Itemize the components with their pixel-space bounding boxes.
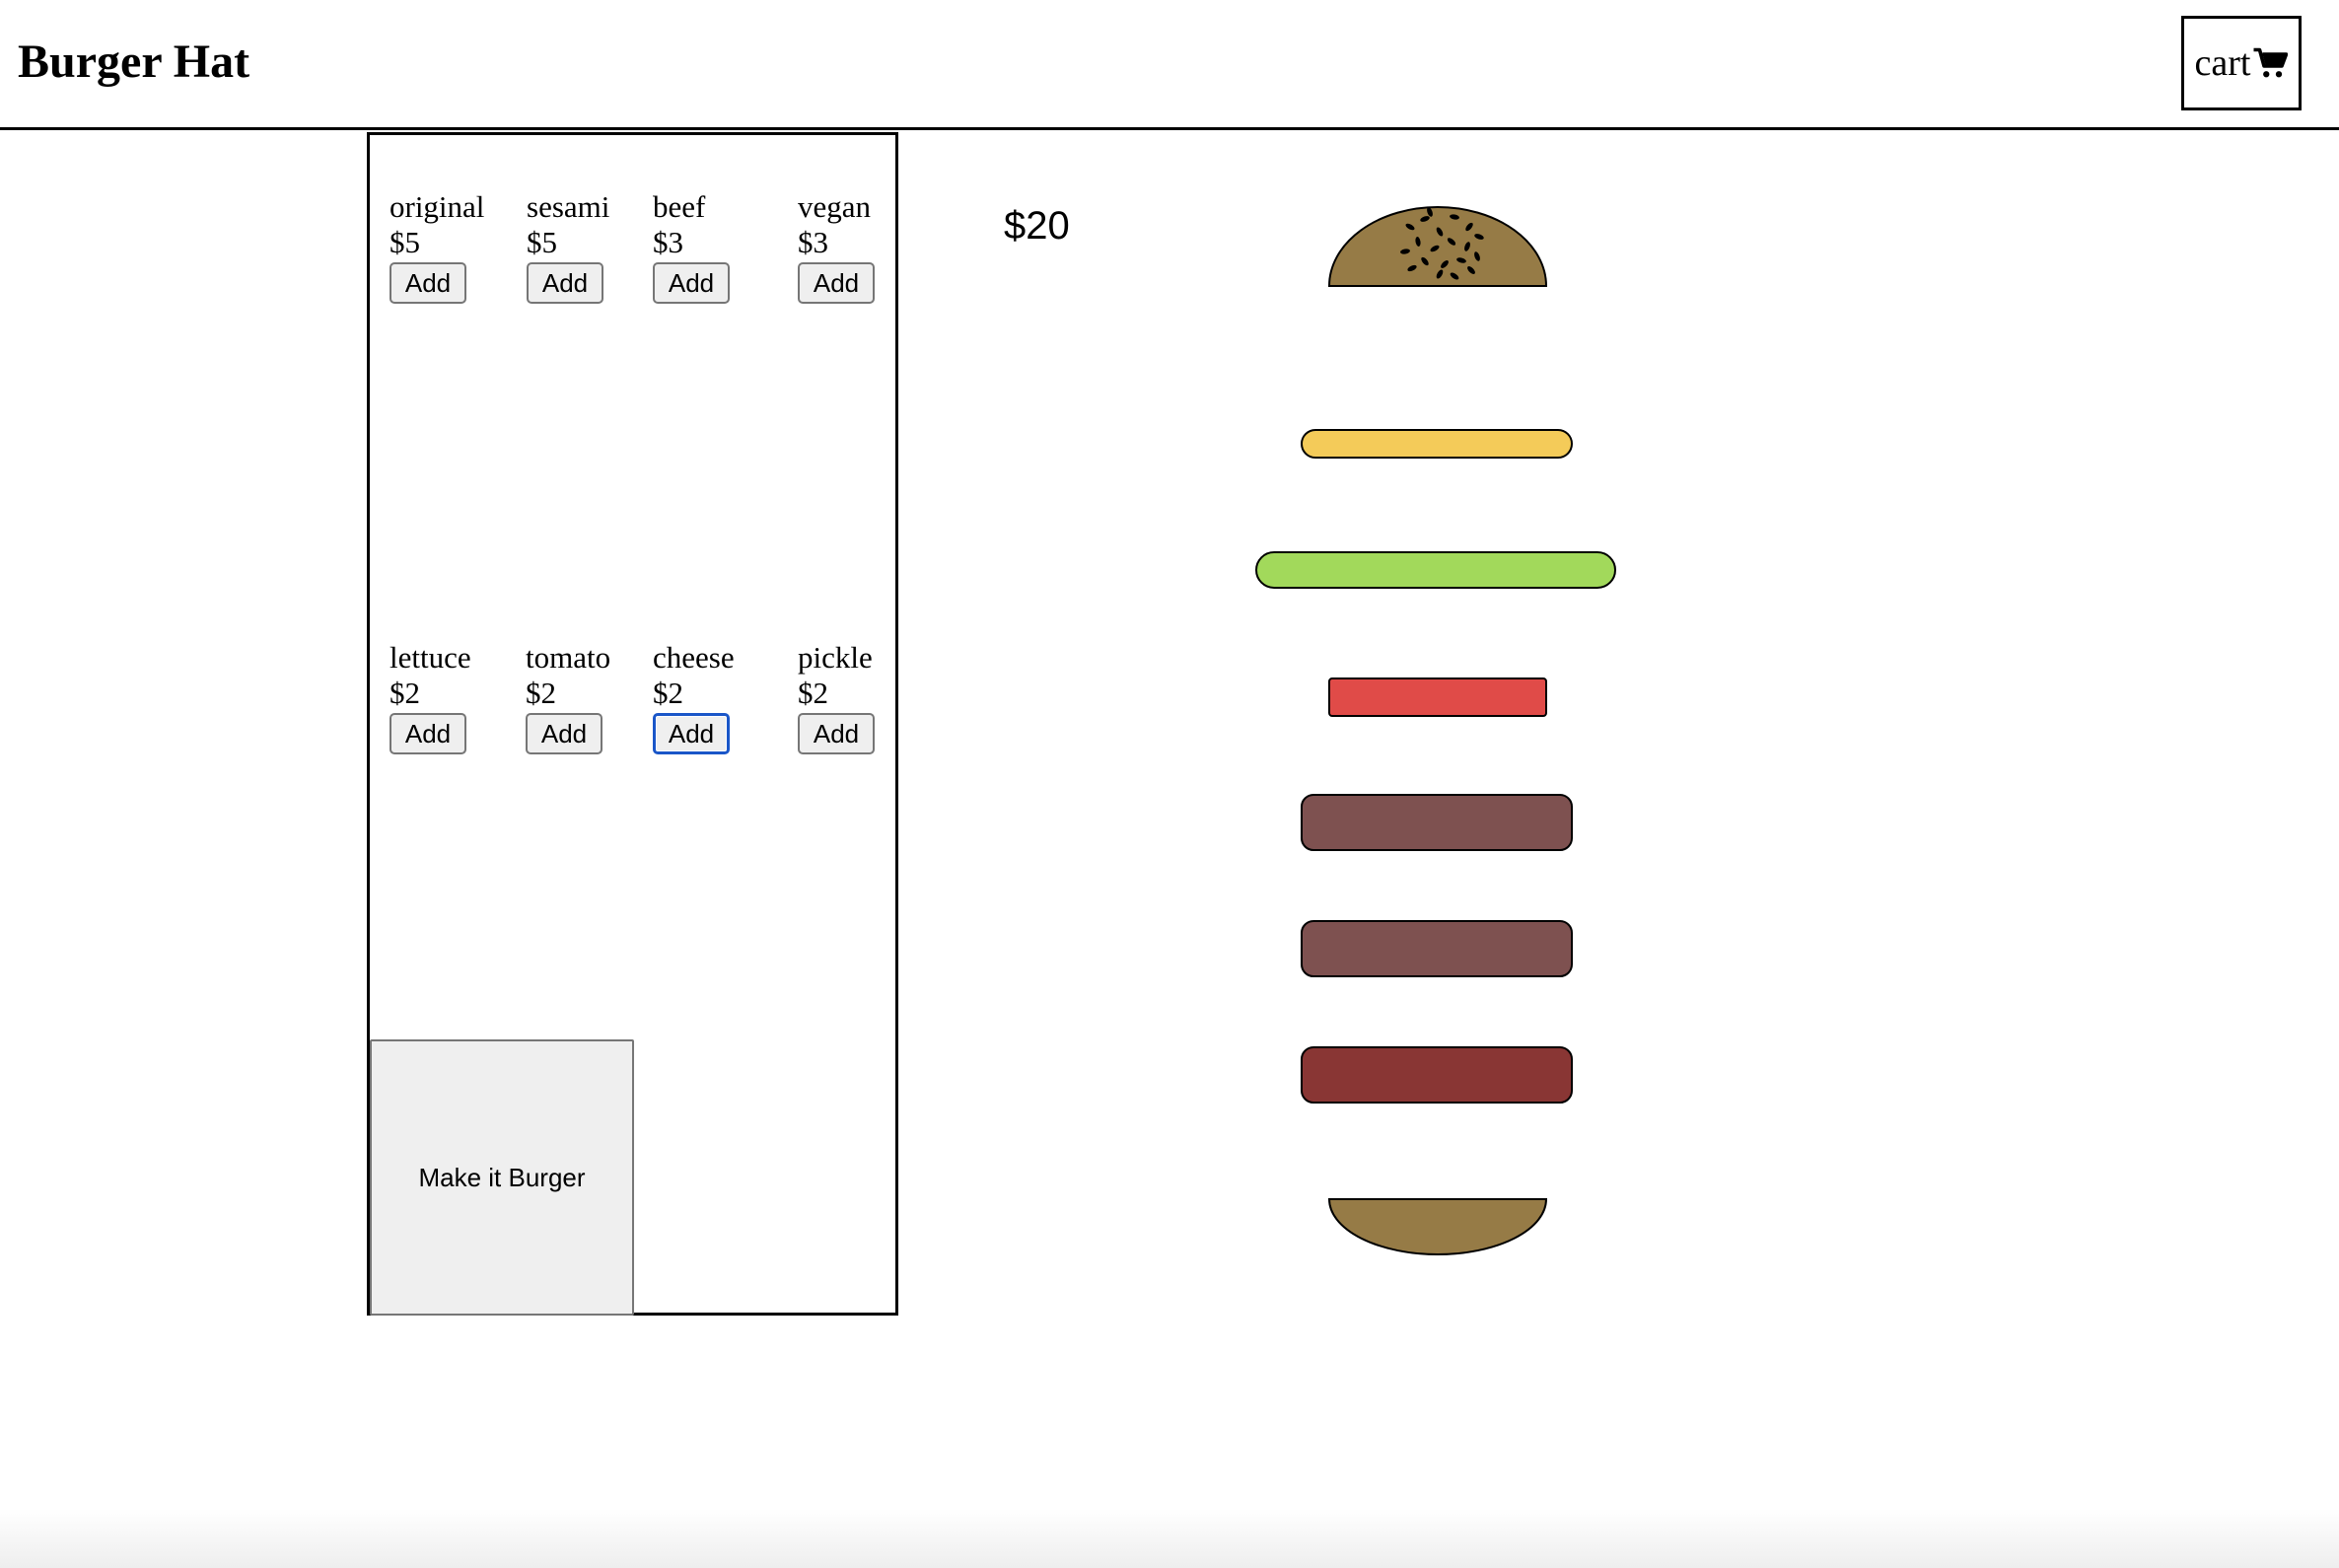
item-name: original	[390, 189, 485, 224]
item-name: beef	[653, 189, 706, 224]
menu-item-pickle: pickle $2 Add	[798, 640, 875, 754]
make-burger-button[interactable]: Make it Burger	[370, 1039, 634, 1316]
site-header: Burger Hat cart	[0, 0, 2339, 130]
add-beef-button[interactable]: Add	[653, 262, 730, 304]
cheese-layer	[1301, 429, 1573, 459]
total-price: $20	[1004, 204, 1070, 248]
add-tomato-button[interactable]: Add	[526, 713, 602, 754]
shopping-cart-icon	[2253, 47, 2289, 78]
item-name: vegan	[798, 189, 872, 224]
item-price: $5	[390, 225, 420, 259]
vegan-patty-layer	[1301, 920, 1573, 977]
top-bun	[1327, 206, 1548, 287]
menu-item-beef: beef $3 Add	[653, 189, 730, 304]
item-price: $5	[527, 225, 557, 259]
add-sesami-button[interactable]: Add	[527, 262, 603, 304]
item-name: sesami	[527, 189, 610, 224]
bottom-bun	[1327, 1198, 1548, 1255]
brand-title: Burger Hat	[18, 36, 250, 88]
add-cheese-button[interactable]: Add	[653, 713, 730, 754]
add-pickle-button[interactable]: Add	[798, 713, 875, 754]
tomato-layer	[1328, 677, 1547, 717]
item-name: cheese	[653, 640, 735, 675]
ingredient-panel: original $5 Add sesami $5 Add beef $3 Ad…	[367, 132, 898, 1316]
menu-item-vegan: vegan $3 Add	[798, 189, 875, 304]
cart-button[interactable]: cart	[2181, 16, 2302, 110]
item-price: $2	[798, 676, 828, 710]
item-price: $2	[390, 676, 420, 710]
burger-preview	[1255, 206, 1616, 1255]
add-vegan-button[interactable]: Add	[798, 262, 875, 304]
beef-patty-layer	[1301, 1046, 1573, 1104]
menu-item-cheese: cheese $2 Add	[653, 640, 735, 754]
item-name: pickle	[798, 640, 873, 675]
item-price: $3	[798, 225, 828, 259]
item-price: $3	[653, 225, 683, 259]
cart-label: cart	[2194, 42, 2251, 84]
add-original-button[interactable]: Add	[390, 262, 466, 304]
vegan-patty-layer	[1301, 794, 1573, 851]
menu-item-original: original $5 Add	[390, 189, 484, 304]
window-bottom-shadow	[0, 1509, 2339, 1568]
item-price: $2	[526, 676, 556, 710]
menu-item-lettuce: lettuce $2 Add	[390, 640, 471, 754]
menu-item-tomato: tomato $2 Add	[526, 640, 610, 754]
menu-item-sesami: sesami $5 Add	[527, 189, 609, 304]
add-lettuce-button[interactable]: Add	[390, 713, 466, 754]
lettuce-layer	[1255, 551, 1616, 589]
item-price: $2	[653, 676, 683, 710]
item-name: tomato	[526, 640, 611, 675]
item-name: lettuce	[390, 640, 471, 675]
